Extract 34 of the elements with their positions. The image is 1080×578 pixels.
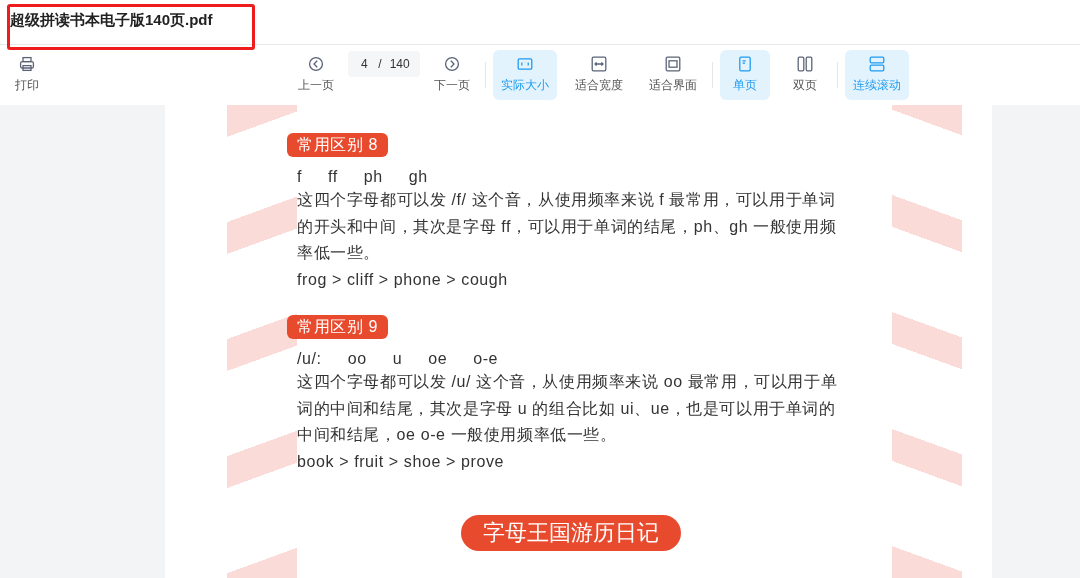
example-words: frog > cliff > phone > cough	[297, 269, 509, 290]
fit-page-icon	[663, 56, 683, 72]
document-title: 超级拼读书本电子版140页.pdf	[10, 11, 213, 30]
letter-group: oo	[347, 349, 367, 369]
stacked-pages-icon	[867, 56, 887, 72]
example-words: book > fruit > shoe > prove	[297, 451, 505, 472]
next-page-button[interactable]: 下一页	[426, 50, 478, 100]
letter-group: o-e	[473, 349, 499, 369]
letter-group: u	[392, 349, 403, 369]
title-banner: 字母王国游历日记	[461, 515, 681, 551]
page-number-field[interactable]: 4	[358, 57, 371, 71]
print-button[interactable]: 打印	[2, 50, 52, 100]
right-chevron-icon	[442, 56, 462, 72]
letter-group: oe	[428, 349, 448, 369]
section-tag: 常用区别 8	[287, 133, 388, 157]
view-mode-button[interactable]: 适合宽度	[567, 50, 631, 100]
printer-icon	[17, 56, 37, 72]
letter-group: ff	[328, 167, 338, 187]
left-chevron-icon	[306, 56, 326, 72]
explanation-paragraph: 这四个字母都可以发 /f/ 这个音，从使用频率来说 f 最常用，可以用于单词的开头和中间，其次是字母 ff，可以用于单词的结尾，ph、gh 一般使用频率低一些。	[297, 190, 838, 263]
previous-page-button[interactable]: 上一页	[290, 50, 342, 100]
explanation-paragraph: 这四个字母都可以发 /u/ 这个音，从使用频率来说 oo 最常用，可以用于单词的中间和结尾，其次是字母 u 的组合比如 ui、ue，也是可以用于单词的中间和结尾，oe o-e 一般使用频率低一些。	[297, 372, 839, 445]
letter-group: gh	[408, 167, 428, 187]
letter-group: /u/:	[297, 349, 322, 369]
letter-group: ph	[363, 167, 383, 187]
page-total: 140	[389, 57, 410, 71]
view-mode-button[interactable]: 双页	[780, 50, 830, 100]
actual-size-icon	[515, 56, 535, 72]
letter-group: f	[297, 167, 303, 187]
fit-width-icon	[589, 56, 609, 72]
section-tag: 常用区别 9	[287, 315, 388, 339]
two-page-icon	[795, 56, 815, 72]
view-mode-button[interactable]: 适合界面	[641, 50, 705, 100]
page-separator: /	[378, 57, 382, 71]
